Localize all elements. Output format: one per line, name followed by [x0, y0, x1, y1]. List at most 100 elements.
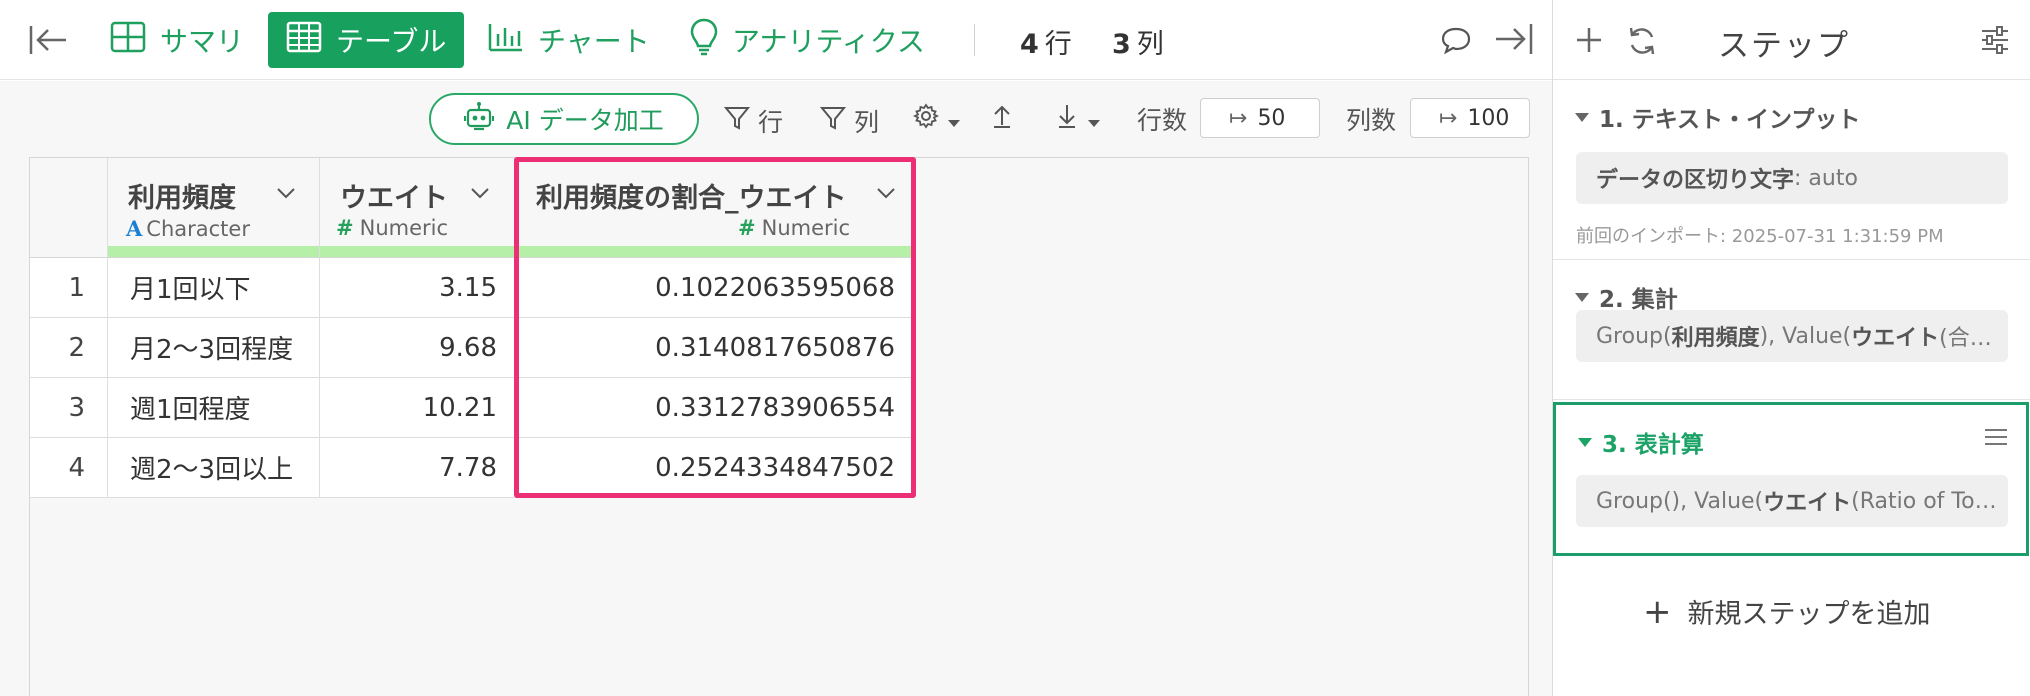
ai-data-wrangling-button[interactable]: AI データ加工 — [429, 93, 699, 145]
step-detail-text: (Ratio of To… — [1851, 488, 1997, 514]
col-count-value: 3 — [1112, 29, 1131, 60]
rows-limit-label: 行数 — [1137, 106, 1188, 135]
caret-down-icon[interactable] — [1575, 292, 1589, 302]
type-bar — [320, 246, 515, 257]
tab-analytics-label: アナリティクス — [732, 25, 925, 58]
limit-arrow-icon: ↦ — [1229, 105, 1248, 131]
cols-limit-input[interactable]: ↦ 100 — [1410, 98, 1530, 138]
collapse-left-icon[interactable] — [28, 24, 68, 56]
step-title-label: 1. テキスト・インプット — [1599, 107, 1861, 133]
type-bar — [30, 246, 107, 257]
table-row: 2 月2〜3回程度 9.68 0.3140817650876 — [30, 318, 912, 378]
chevron-down-icon[interactable] — [470, 186, 490, 200]
arrow-up-icon — [990, 103, 1014, 135]
row-count-unit: 行 — [1044, 29, 1072, 60]
row-index: 1 — [30, 258, 108, 318]
table-cell[interactable]: 月1回以下 — [108, 258, 320, 318]
steps-panel: ステップ 1. テキスト・インプット データの区切り文字: auto 前回のイン… — [1552, 0, 2030, 696]
refresh-icon[interactable] — [1625, 24, 1659, 58]
add-step-button[interactable]: + 新規ステップを追加 — [1643, 592, 1931, 631]
step-detail-key: データの区切り文字 — [1596, 168, 1795, 193]
table-cell[interactable]: 週1回程度 — [108, 378, 320, 438]
add-icon[interactable] — [1573, 24, 1605, 56]
type-bar — [516, 246, 911, 257]
gear-icon — [912, 103, 940, 135]
column-header-3[interactable]: 利用頻度の割合_ウエイト # Numeric — [516, 158, 912, 258]
robot-icon — [464, 101, 495, 137]
collapse-right-icon[interactable] — [1494, 22, 1534, 56]
table-row: 3 週1回程度 10.21 0.3312783906554 — [30, 378, 912, 438]
step-detail-bold: ウエイト — [1763, 491, 1852, 516]
numeric-type-icon: # — [738, 216, 756, 240]
numeric-type-icon: # — [336, 216, 354, 240]
summary-grid-icon — [110, 21, 146, 60]
step-title-label: 2. 集計 — [1599, 287, 1678, 313]
row-index: 2 — [30, 318, 108, 378]
toolbar-divider — [974, 24, 975, 56]
column-type: A Character — [126, 216, 250, 241]
column-header-2[interactable]: ウエイト # Numeric — [320, 158, 516, 258]
table-row: 4 週2〜3回以上 7.78 0.2524334847502 — [30, 438, 912, 498]
step-title-label: 3. 表計算 — [1602, 432, 1704, 458]
tab-table[interactable]: テーブル — [268, 12, 465, 68]
caret-down-icon — [1087, 105, 1101, 134]
table-cell[interactable]: 0.1022063595068 — [516, 258, 912, 318]
step-title: 2. 集計 — [1575, 280, 1678, 314]
step-detail[interactable]: Group(), Value(ウエイト (Ratio of To… — [1576, 475, 2008, 527]
data-grid: 利用頻度 A Character ウエイト # Numeric 利用頻度の割合_ウエ… — [29, 157, 1529, 696]
table-cell[interactable]: 週2〜3回以上 — [108, 438, 320, 498]
download-dropdown[interactable] — [1055, 103, 1101, 135]
filter-rows-button[interactable]: 行 — [723, 103, 784, 139]
column-name: 利用頻度の割合_ウエイト — [536, 183, 847, 214]
table-cell[interactable]: 0.2524334847502 — [516, 438, 912, 498]
tab-analytics[interactable]: アナリティクス — [672, 12, 943, 68]
table-cell[interactable]: 0.3312783906554 — [516, 378, 912, 438]
comment-icon[interactable] — [1440, 24, 1472, 56]
step-text-input[interactable]: 1. テキスト・インプット データの区切り文字: auto 前回のインポート: … — [1553, 80, 2030, 260]
filter-columns-button[interactable]: 列 — [819, 103, 879, 139]
sort-ascending-button[interactable] — [990, 103, 1014, 135]
type-bar — [108, 246, 319, 257]
column-header-1[interactable]: 利用頻度 A Character — [108, 158, 320, 258]
step-detail[interactable]: Group(利用頻度), Value(ウエイト (合… — [1576, 310, 2008, 362]
sliders-icon[interactable] — [1979, 24, 2011, 56]
settings-dropdown[interactable] — [912, 103, 961, 135]
row-index-header — [30, 158, 108, 258]
cols-limit-label: 列数 — [1346, 106, 1397, 135]
step-detail-bold: 利用頻度 — [1671, 326, 1760, 351]
step-table-calculation[interactable]: 3. 表計算 Group(), Value(ウエイト (Ratio of To… — [1553, 402, 2029, 556]
column-name: 利用頻度 — [128, 183, 236, 214]
chart-icon — [488, 22, 524, 59]
step-summarize[interactable]: 2. 集計 Group(利用頻度), Value(ウエイト (合… — [1553, 260, 2030, 400]
step-detail[interactable]: データの区切り文字: auto — [1576, 152, 2008, 204]
step-title: 3. 表計算 — [1578, 425, 1704, 459]
table-cell[interactable]: 月2〜3回程度 — [108, 318, 320, 378]
col-count: 3列 — [1112, 22, 1164, 61]
table-cell[interactable]: 3.15 — [320, 258, 516, 318]
caret-down-icon[interactable] — [1575, 112, 1589, 122]
caret-down-icon[interactable] — [1578, 437, 1592, 447]
table-cell[interactable]: 0.3140817650876 — [516, 318, 912, 378]
plus-icon: + — [1643, 591, 1672, 632]
download-icon — [1055, 103, 1079, 135]
step-import-timestamp: 前回のインポート: 2025-07-31 1:31:59 PM — [1576, 226, 1944, 247]
chevron-down-icon[interactable] — [276, 186, 296, 200]
tab-summary[interactable]: サマリ — [92, 12, 262, 68]
chevron-down-icon[interactable] — [876, 186, 896, 200]
step-detail-text: Group(), Value( — [1596, 488, 1764, 514]
filter-rows-label: 行 — [758, 108, 784, 137]
tab-chart[interactable]: チャート — [470, 12, 668, 68]
step-detail-text: (合… — [1939, 326, 1992, 351]
filter-icon — [819, 105, 847, 137]
ai-button-label: AI データ加工 — [506, 106, 664, 135]
column-type-label: Numeric — [761, 216, 851, 240]
table-cell[interactable]: 10.21 — [320, 378, 516, 438]
caret-down-icon — [947, 105, 961, 134]
table-cell[interactable]: 9.68 — [320, 318, 516, 378]
column-type: # Numeric — [336, 216, 448, 240]
menu-icon[interactable] — [1984, 427, 2008, 447]
rows-limit-input[interactable]: ↦ 50 — [1200, 98, 1320, 138]
column-type-label: Character — [146, 217, 250, 241]
filter-icon — [723, 105, 751, 137]
table-cell[interactable]: 7.78 — [320, 438, 516, 498]
